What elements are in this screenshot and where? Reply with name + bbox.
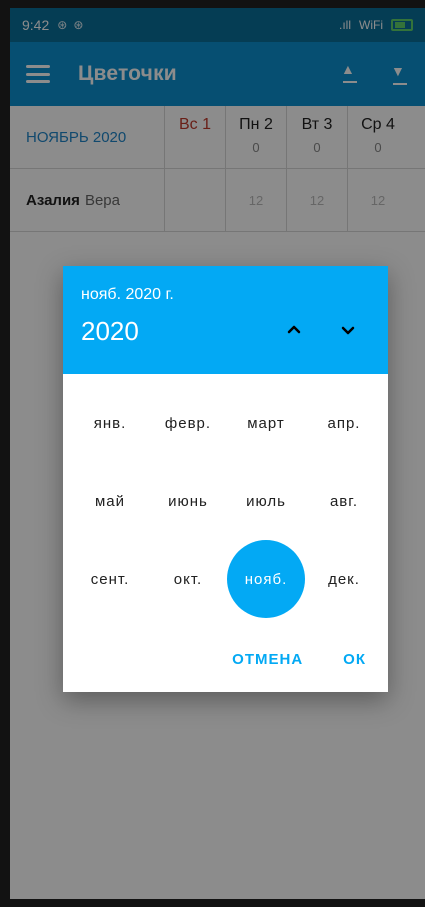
month-label: март	[247, 414, 285, 432]
dialog-actions: ОТМЕНА ОК	[232, 651, 366, 668]
month-mar[interactable]: март	[227, 384, 305, 462]
month-dec[interactable]: дек.	[305, 540, 383, 618]
month-picker-dialog: нояб. 2020 г. 2020 янв. февр. март апр. …	[63, 266, 388, 692]
month-oct[interactable]: окт.	[149, 540, 227, 618]
month-label: сент.	[90, 570, 130, 588]
month-jul[interactable]: июль	[227, 462, 305, 540]
dialog-header: нояб. 2020 г. 2020	[63, 266, 388, 374]
cancel-button[interactable]: ОТМЕНА	[232, 651, 303, 668]
month-jan[interactable]: янв.	[71, 384, 149, 462]
month-label: май	[94, 492, 126, 510]
chevron-down-icon[interactable]	[336, 318, 360, 342]
top-bezel	[0, 0, 425, 8]
month-label: янв.	[93, 414, 127, 432]
year-label[interactable]: 2020	[81, 316, 139, 347]
month-label: апр.	[327, 414, 361, 432]
selected-date: нояб. 2020 г.	[81, 286, 174, 303]
month-label: дек.	[328, 570, 360, 588]
chevron-up-icon[interactable]	[282, 318, 306, 342]
month-label: авг.	[329, 492, 359, 510]
month-apr[interactable]: апр.	[305, 384, 383, 462]
month-aug[interactable]: авг.	[305, 462, 383, 540]
month-grid: янв. февр. март апр. май июнь июль авг. …	[63, 384, 388, 618]
month-may[interactable]: май	[71, 462, 149, 540]
month-label: февр.	[164, 414, 212, 432]
ok-button[interactable]: ОК	[343, 651, 366, 668]
month-label: нояб.	[227, 540, 305, 618]
month-label: окт.	[173, 570, 203, 588]
bottom-bezel	[0, 899, 425, 907]
app-screen: 9:42 ⊛ ⊛ .ıll WiFi Цветочки НОЯБРЬ 2020 …	[0, 0, 425, 907]
month-sep[interactable]: сент.	[71, 540, 149, 618]
month-label: июнь	[168, 492, 208, 510]
month-label: июль	[246, 492, 286, 510]
month-jun[interactable]: июнь	[149, 462, 227, 540]
month-nov-selected[interactable]: нояб.	[227, 540, 305, 618]
left-bezel	[0, 0, 10, 907]
month-feb[interactable]: февр.	[149, 384, 227, 462]
